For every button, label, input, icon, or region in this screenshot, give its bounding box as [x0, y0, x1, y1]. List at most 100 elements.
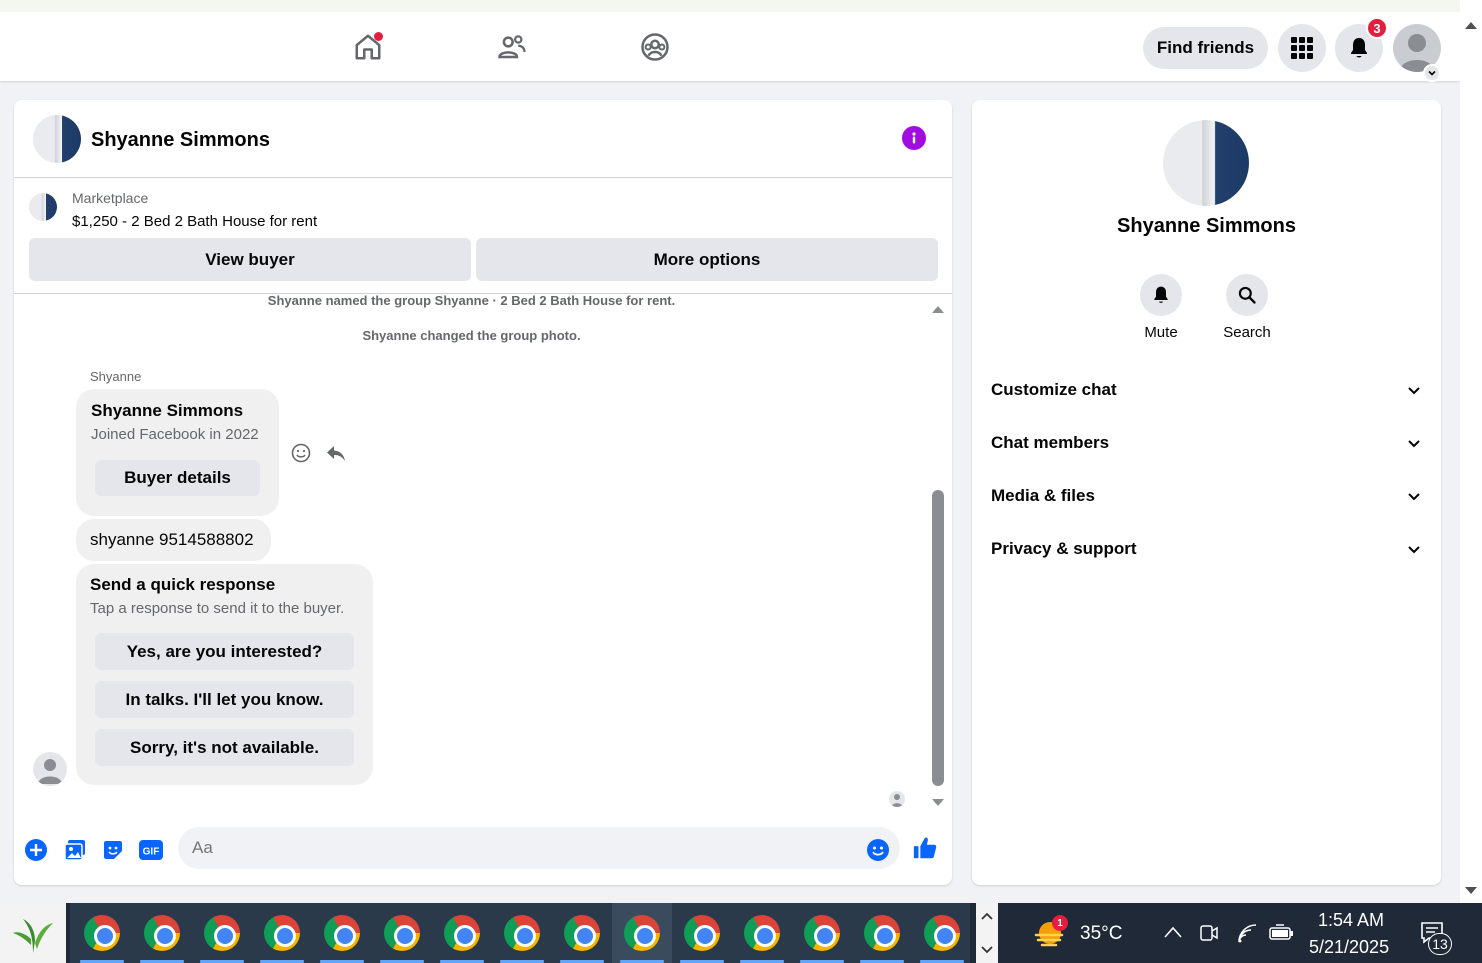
photo-icon[interactable] [62, 837, 88, 863]
chevron-down-icon [1408, 546, 1420, 554]
reply-icon[interactable] [325, 442, 347, 464]
customize-chat-section[interactable]: Customize chat [980, 366, 1433, 414]
listing-title[interactable]: $1,250 - 2 Bed 2 Bath House for rent [72, 213, 317, 230]
battery-icon[interactable] [1269, 923, 1295, 943]
chat-title[interactable]: Shyanne Simmons [91, 129, 270, 152]
search-button[interactable]: Search [1207, 274, 1287, 341]
section-label: Customize chat [991, 380, 1117, 399]
scroll-up-arrow[interactable] [931, 301, 945, 313]
react-smiley-icon[interactable] [290, 442, 312, 464]
mute-label: Mute [1144, 324, 1178, 341]
emoji-icon[interactable] [865, 837, 891, 863]
notifications-button[interactable]: 3 [1335, 17, 1388, 72]
scroll-down-arrow[interactable] [931, 795, 945, 806]
chat-avatar[interactable] [33, 115, 81, 163]
quick-response-subtitle: Tap a response to send it to the buyer. [90, 600, 345, 617]
message-composer: GIF [14, 815, 952, 885]
system-message: Shyanne changed the group photo. [362, 328, 581, 343]
marketplace-listing-bar: Marketplace $1,250 - 2 Bed 2 Bath House … [14, 178, 952, 294]
chrome-icon[interactable] [732, 903, 792, 963]
plant-app-icon[interactable] [0, 903, 66, 963]
scroll-up-arrow[interactable] [1464, 20, 1478, 30]
media-files-section[interactable]: Media & files [980, 472, 1433, 520]
details-avatar[interactable] [1163, 120, 1249, 206]
chrome-icon[interactable] [432, 903, 492, 963]
menu-grid-button[interactable] [1278, 24, 1326, 72]
system-tray: 1 35°C 1:54 AM 5/21/2025 13 [1000, 903, 1482, 963]
quick-response-option[interactable]: Sorry, it's not available. [95, 729, 354, 766]
read-receipt-avatar [889, 791, 905, 807]
message-list: Shyanne named the group Shyanne · 2 Bed … [14, 295, 952, 815]
section-label: Privacy & support [991, 539, 1137, 558]
privacy-support-section[interactable]: Privacy & support [980, 525, 1433, 573]
chrome-icon[interactable] [72, 903, 132, 963]
chat-header: Shyanne Simmons [14, 100, 952, 178]
clock-time[interactable]: 1:54 AM [1318, 910, 1384, 931]
default-avatar-icon [38, 759, 62, 784]
find-friends-button[interactable]: Find friends [1143, 27, 1268, 69]
home-notification-dot [374, 32, 383, 41]
windows-taskbar: 1 35°C 1:54 AM 5/21/2025 13 [0, 903, 1482, 963]
chevron-down-icon [1428, 70, 1436, 76]
temperature[interactable]: 35°C [1080, 923, 1122, 945]
weather-badge: 1 [1052, 915, 1068, 931]
chrome-icon[interactable] [132, 903, 192, 963]
chrome-icon[interactable] [192, 903, 252, 963]
profile-card-message: Shyanne Simmons Joined Facebook in 2022 … [76, 389, 279, 516]
card-name: Shyanne Simmons [91, 401, 244, 420]
card-subtitle: Joined Facebook in 2022 [91, 426, 259, 443]
chrome-icon[interactable] [252, 903, 312, 963]
scrollbar-thumb[interactable] [932, 490, 944, 786]
page-scrollbar[interactable] [1460, 0, 1482, 903]
chevron-up-icon[interactable] [980, 911, 994, 921]
notification-center-count: 13 [1428, 933, 1452, 955]
chrome-icon[interactable] [492, 903, 552, 963]
top-navigation-bar: Find friends 3 [0, 0, 1460, 82]
plus-icon[interactable] [23, 837, 49, 863]
chrome-icon[interactable] [672, 903, 732, 963]
listing-thumbnail[interactable] [29, 193, 57, 221]
quick-response-message: Send a quick response Tap a response to … [76, 564, 373, 785]
chevron-down-icon [1408, 493, 1420, 501]
more-options-button[interactable]: More options [476, 238, 938, 281]
sticker-icon[interactable] [100, 837, 126, 863]
sender-avatar[interactable] [33, 752, 67, 786]
search-label: Search [1223, 324, 1271, 341]
chevron-down-icon[interactable] [980, 945, 994, 955]
wifi-icon[interactable] [1236, 922, 1258, 944]
view-buyer-button[interactable]: View buyer [29, 238, 471, 281]
buyer-details-button[interactable]: Buyer details [95, 460, 260, 496]
thumbs-up-icon[interactable] [912, 835, 938, 861]
quick-response-option[interactable]: In talks. I'll let you know. [95, 681, 354, 718]
quick-response-title: Send a quick response [90, 575, 276, 594]
conversation-details-panel: Shyanne Simmons Mute Search Customize ch… [972, 100, 1441, 885]
chrome-icon[interactable] [312, 903, 372, 963]
chrome-icon[interactable] [912, 903, 972, 963]
groups-icon[interactable] [637, 29, 673, 65]
quick-response-option[interactable]: Yes, are you interested? [95, 633, 354, 670]
weather-icon[interactable]: 1 [1032, 915, 1068, 949]
gif-icon[interactable]: GIF [138, 837, 164, 863]
chrome-icon[interactable] [372, 903, 432, 963]
info-icon[interactable] [902, 126, 926, 150]
pinned-apps [70, 903, 970, 963]
friends-icon[interactable] [494, 29, 530, 65]
clock-date[interactable]: 5/21/2025 [1309, 937, 1389, 958]
camera-icon[interactable] [1199, 923, 1219, 943]
chrome-icon[interactable] [792, 903, 852, 963]
details-name[interactable]: Shyanne Simmons [972, 215, 1441, 238]
chrome-icon[interactable] [852, 903, 912, 963]
chevron-up-icon[interactable] [1163, 925, 1183, 939]
home-icon[interactable] [350, 29, 386, 65]
account-menu-chevron[interactable] [1423, 64, 1441, 82]
scroll-down-arrow[interactable] [1464, 886, 1478, 896]
taskbar-overflow-scroller[interactable] [976, 903, 998, 963]
chat-members-section[interactable]: Chat members [980, 419, 1433, 467]
message-input[interactable] [178, 827, 900, 869]
text-message: shyanne 9514588802 [76, 519, 271, 561]
section-label: Chat members [991, 433, 1110, 452]
chrome-icon-active[interactable] [612, 903, 672, 963]
chrome-icon[interactable] [552, 903, 612, 963]
notification-center-icon[interactable]: 13 [1420, 921, 1460, 955]
mute-button[interactable]: Mute [1121, 274, 1201, 341]
